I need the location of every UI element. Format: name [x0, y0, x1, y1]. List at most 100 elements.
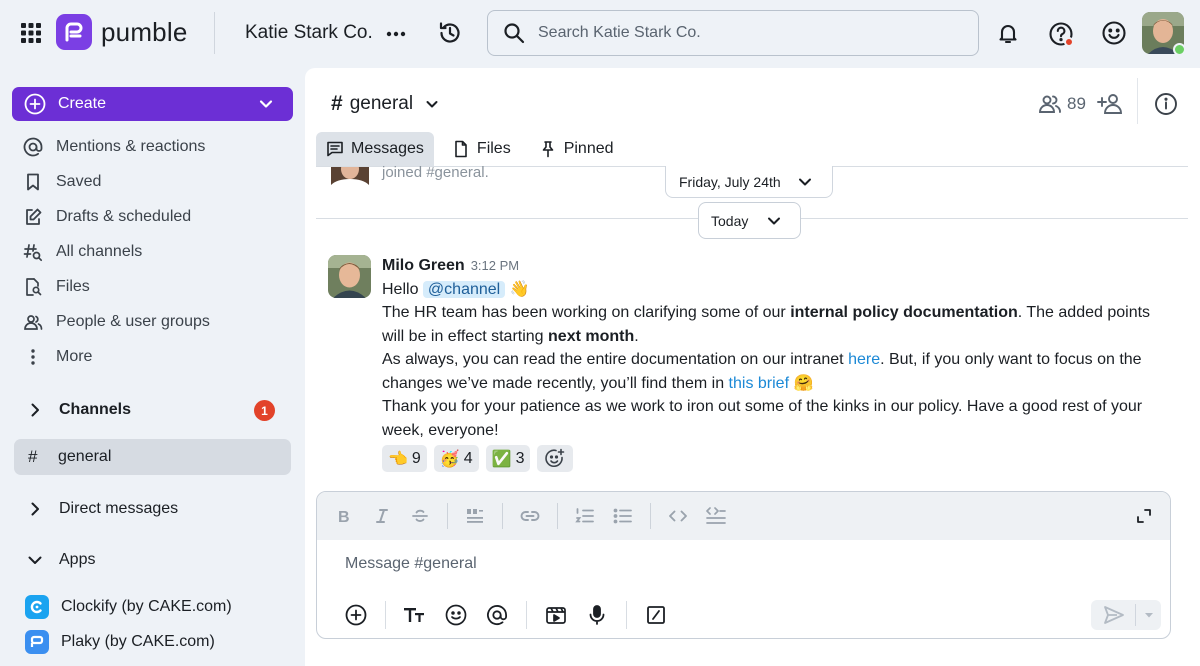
clockify-icon: [25, 595, 49, 619]
bell-icon[interactable]: [995, 20, 1021, 46]
workspace-name[interactable]: Katie Stark Co.: [245, 22, 373, 44]
date-jump-button[interactable]: Friday, July 24th: [665, 166, 833, 198]
search-icon: [502, 21, 526, 45]
code-block-icon[interactable]: [705, 505, 727, 527]
sidebar-item-label: Files: [56, 278, 90, 295]
message-author-avatar[interactable]: [328, 255, 371, 298]
link-icon[interactable]: [519, 505, 541, 527]
tab-messages[interactable]: Messages: [316, 132, 434, 166]
plus-circle-icon[interactable]: [344, 603, 368, 627]
channel-title-button[interactable]: # general: [331, 92, 441, 116]
tab-files[interactable]: Files: [442, 132, 521, 166]
expand-icon[interactable]: [1134, 506, 1154, 526]
bold-icon[interactable]: B: [333, 505, 355, 527]
sidebar-item-label: Drafts & scheduled: [56, 208, 192, 225]
reaction-chip[interactable]: ✅ 3: [485, 445, 531, 472]
sidebar-item-drafts[interactable]: Drafts & scheduled: [22, 203, 191, 231]
bookmark-icon: [22, 171, 44, 193]
ordered-list-icon[interactable]: [574, 505, 596, 527]
reaction-chip[interactable]: 👈 9: [382, 445, 427, 472]
date-label: Friday, July 24th: [679, 173, 781, 190]
slash-command-icon[interactable]: [644, 603, 668, 627]
sidebar-item-all-channels[interactable]: All channels: [22, 238, 142, 266]
code-icon[interactable]: [667, 505, 689, 527]
reaction-emoji: 👈: [388, 450, 408, 468]
wave-emoji: 👋: [509, 280, 530, 298]
chevron-down-icon[interactable]: [1142, 608, 1156, 622]
send-button-group: [1091, 600, 1161, 630]
tab-pinned[interactable]: Pinned: [529, 132, 624, 166]
video-clip-icon[interactable]: [544, 603, 568, 627]
sidebar-item-more[interactable]: More: [22, 343, 92, 371]
bullet-list-icon[interactable]: [612, 505, 634, 527]
message-text: As always, you can read the entire docum…: [382, 351, 849, 368]
divider: [526, 601, 527, 629]
message-text: The HR team has been working on clarifyi…: [382, 304, 791, 321]
sidebar-item-files[interactable]: Files: [22, 273, 90, 301]
divider: [650, 503, 651, 529]
sidebar-item-label: Saved: [56, 173, 102, 190]
add-reaction-button[interactable]: [537, 445, 574, 472]
sidebar-item-people[interactable]: People & user groups: [22, 308, 210, 336]
intranet-link[interactable]: here: [848, 351, 880, 368]
reaction-count: 3: [515, 449, 525, 467]
more-horizontal-icon[interactable]: [384, 22, 408, 46]
brief-link[interactable]: this brief: [729, 375, 789, 392]
plus-circle-icon: [24, 93, 46, 115]
history-icon[interactable]: [437, 20, 463, 46]
search-bar[interactable]: [487, 10, 979, 56]
sidebar-item-label: All channels: [56, 243, 143, 260]
sidebar-channel-general[interactable]: # general: [14, 439, 291, 475]
strikethrough-icon[interactable]: [409, 505, 431, 527]
hash-search-icon: [22, 241, 44, 263]
members-button[interactable]: 89: [1038, 92, 1086, 116]
apps-grid-icon[interactable]: [18, 20, 44, 46]
at-icon: [22, 136, 44, 158]
status-emoji-icon[interactable]: [1101, 20, 1127, 46]
reaction-chip[interactable]: 🥳 4: [433, 445, 479, 472]
direct-messages-section-toggle[interactable]: Direct messages: [26, 495, 178, 523]
sidebar-item-saved[interactable]: Saved: [22, 168, 101, 196]
at-mention-icon[interactable]: [485, 603, 509, 627]
microphone-icon[interactable]: [585, 603, 609, 627]
online-status-dot: [1173, 43, 1186, 56]
sidebar-item-label: People & user groups: [56, 313, 210, 330]
emoji-icon[interactable]: [444, 603, 468, 627]
divider: [385, 601, 386, 629]
app-label: Plaky (by CAKE.com): [61, 633, 215, 650]
mention-chip[interactable]: @channel: [422, 280, 506, 298]
reaction-emoji: ✅: [491, 450, 512, 468]
message-input[interactable]: [345, 555, 1105, 573]
apps-section-toggle[interactable]: Apps: [26, 546, 95, 574]
search-input[interactable]: [538, 24, 938, 42]
user-avatar[interactable]: [1142, 12, 1186, 56]
channel-title: general: [349, 93, 414, 114]
message-composer: B: [316, 491, 1171, 639]
app-logo: pumble: [56, 14, 187, 50]
today-jump-button[interactable]: Today: [698, 202, 801, 239]
chevron-right-icon: [26, 401, 44, 419]
text-format-icon[interactable]: [403, 603, 427, 627]
message-icon: [326, 140, 344, 158]
sidebar-app-clockify[interactable]: Clockify (by CAKE.com): [25, 594, 232, 620]
message-line: Hello @channel 👋: [382, 278, 1172, 302]
add-member-icon[interactable]: [1097, 91, 1125, 117]
create-button[interactable]: Create: [12, 87, 293, 121]
top-bar: pumble Katie Stark Co.: [0, 0, 1200, 66]
help-icon[interactable]: [1047, 20, 1075, 48]
send-icon[interactable]: [1103, 604, 1125, 626]
chevron-down-icon: [796, 173, 814, 191]
info-icon[interactable]: [1153, 91, 1179, 117]
italic-icon[interactable]: [371, 505, 393, 527]
message-text: .: [634, 327, 639, 345]
members-icon: [1038, 92, 1062, 116]
pumble-logo-icon: [56, 14, 92, 50]
sidebar: Create Mentions & reactions Saved Drafts…: [0, 66, 305, 666]
sidebar-item-mentions[interactable]: Mentions & reactions: [22, 133, 205, 161]
tab-label: Pinned: [563, 140, 614, 157]
pin-icon: [539, 140, 557, 158]
blockquote-icon[interactable]: [464, 505, 486, 527]
sidebar-app-plaky[interactable]: Plaky (by CAKE.com): [25, 629, 215, 655]
message-author[interactable]: Milo Green: [382, 257, 465, 274]
channels-section-toggle[interactable]: Channels: [26, 396, 131, 424]
